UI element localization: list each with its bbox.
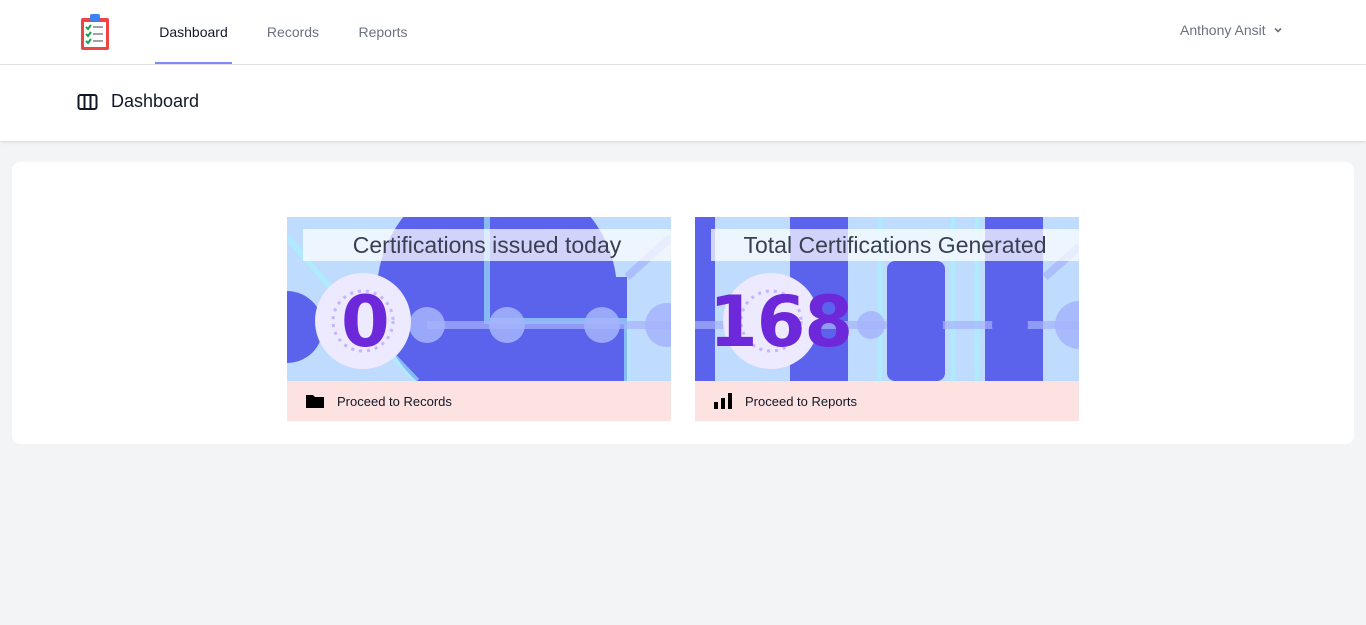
nav-link-dashboard[interactable]: Dashboard xyxy=(155,0,232,64)
folder-icon xyxy=(306,395,324,408)
page-header: Dashboard xyxy=(0,65,1366,141)
bar-chart-icon xyxy=(714,393,732,409)
chevron-down-icon xyxy=(1274,27,1282,33)
card-title: Total Certifications Generated xyxy=(743,232,1047,258)
card-total-certifications[interactable]: Total Certifications Generated 168 Proce… xyxy=(695,217,1079,421)
card-footer-link[interactable]: Proceed to Reports xyxy=(695,381,1079,421)
card-title: Certifications issued today xyxy=(352,232,622,258)
card-value: 168 xyxy=(709,281,853,363)
card-footer-label: Proceed to Records xyxy=(337,393,452,409)
columns-icon xyxy=(77,94,98,110)
user-menu[interactable]: Anthony Ansit xyxy=(1180,22,1284,38)
card-footer-label: Proceed to Reports xyxy=(745,393,858,409)
dashboard-panel xyxy=(12,162,1354,444)
nav-link-reports[interactable]: Reports xyxy=(353,0,413,64)
card-value: 0 xyxy=(341,281,390,363)
user-name: Anthony Ansit xyxy=(1180,22,1266,38)
page-title: Dashboard xyxy=(111,91,200,111)
card-footer-link[interactable]: Proceed to Records xyxy=(287,381,671,421)
clipboard-checklist-logo-icon[interactable] xyxy=(80,13,110,51)
top-navbar: Dashboard Records Reports Anthony Ansit xyxy=(0,0,1366,65)
card-certifications-today[interactable]: Certifications issued today 0 Proceed to… xyxy=(287,217,671,421)
nav-link-records[interactable]: Records xyxy=(262,0,324,64)
